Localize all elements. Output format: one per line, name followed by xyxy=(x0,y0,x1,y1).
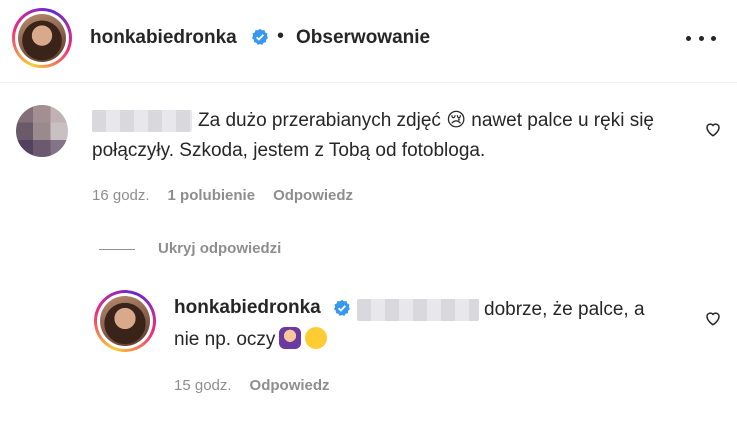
post-comments-panel: honkabiedronka • Obserwowanie Za dużo pr… xyxy=(0,0,737,431)
comment-time: 16 godz. xyxy=(92,187,150,204)
hide-replies-divider xyxy=(99,249,135,250)
comment-like-heart-icon[interactable] xyxy=(704,120,722,138)
comment-text: Za dużo przerabianych zdjęć 😢 nawet palc… xyxy=(92,110,654,161)
reply-avatar[interactable] xyxy=(94,290,156,352)
commenter-avatar[interactable] xyxy=(16,105,68,157)
follow-button[interactable]: Obserwowanie xyxy=(296,27,430,49)
reply-text: dobrze, że palce, a nie np. oczy xyxy=(174,299,645,350)
comment-meta: 16 godz. 1 polubienie Odpowiedz xyxy=(92,187,353,204)
woman-gesturing-emoji-icon xyxy=(279,327,302,349)
reply-time: 15 godz. xyxy=(174,377,232,394)
more-options-icon[interactable] xyxy=(686,28,716,48)
profile-avatar[interactable] xyxy=(12,8,72,68)
post-header: honkabiedronka • Obserwowanie xyxy=(0,0,737,83)
reply-text-block: dobrze, że palce, a nie np. oczy xyxy=(174,295,674,355)
comment-likes[interactable]: 1 polubienie xyxy=(168,187,256,204)
grinning-sweat-emoji-icon xyxy=(305,327,328,349)
verified-badge-icon xyxy=(251,28,269,45)
comment-reply-button[interactable]: Odpowiedz xyxy=(273,187,353,204)
reply-reply-button[interactable]: Odpowiedz xyxy=(250,377,330,394)
header-username[interactable]: honkabiedronka xyxy=(90,27,237,49)
header-separator: • xyxy=(277,25,285,47)
reply-like-heart-icon[interactable] xyxy=(704,309,722,327)
reply-meta: 15 godz. Odpowiedz xyxy=(174,377,330,394)
hide-replies-button[interactable]: Ukryj odpowiedzi xyxy=(158,240,281,257)
